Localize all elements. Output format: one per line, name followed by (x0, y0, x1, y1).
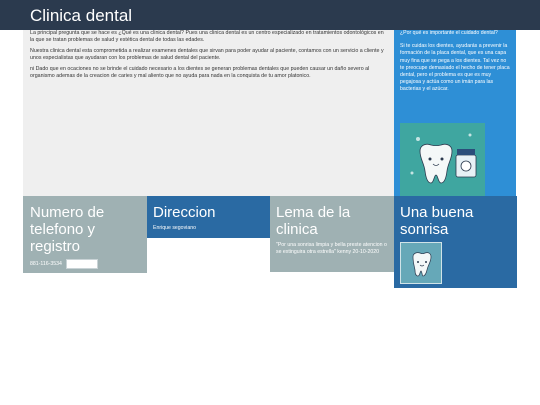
phone-row: 881-116-3534 Registrarse (30, 259, 140, 269)
intro-paragraph: ni Dado que en ocaciones no se brinde el… (30, 65, 370, 80)
smile-card: Una buena sonrisa (394, 196, 517, 288)
phone-number: 881-116-3534 (30, 261, 62, 267)
sidebar-question: ¿Por qué es importante el cuidado dental… (400, 30, 498, 36)
dental-care-sidebar: ¿Por qué es importante el cuidado dental… (394, 30, 516, 196)
intro-paragraph: Nuestra clinica dental esta comprometida… (30, 47, 384, 62)
motto-card: Lema de la clinica "Por una sonrisa limp… (270, 196, 394, 272)
top-bar: Clinica dental (0, 0, 540, 30)
address-text: Enrique segoviano (153, 225, 196, 231)
site-title: Clinica dental (30, 6, 133, 25)
intro-section: La principal pregunta que se hace es ¿Qu… (23, 30, 394, 196)
intro-paragraph: La principal pregunta que se hace es ¿Qu… (30, 30, 384, 44)
register-button[interactable]: Registrarse (65, 259, 99, 269)
phone-card-title: Numero de telefono y registro (30, 204, 105, 255)
sidebar-answer: Si te cuidas los dientes, ayudarás a pre… (400, 43, 510, 93)
phone-registration-card: Numero de telefono y registro 881-116-35… (23, 196, 147, 273)
smile-illustration (400, 242, 442, 284)
motto-card-title: Lema de la clinica (276, 204, 351, 238)
smile-card-title: Una buena sonrisa (400, 204, 474, 238)
address-card-title: Direccion (153, 204, 216, 221)
motto-quote: "Por una sonrisa limpia y bella preste a… (276, 242, 387, 255)
tooth-illustration (400, 123, 485, 196)
address-card: Direccion Enrique segoviano (147, 196, 270, 238)
